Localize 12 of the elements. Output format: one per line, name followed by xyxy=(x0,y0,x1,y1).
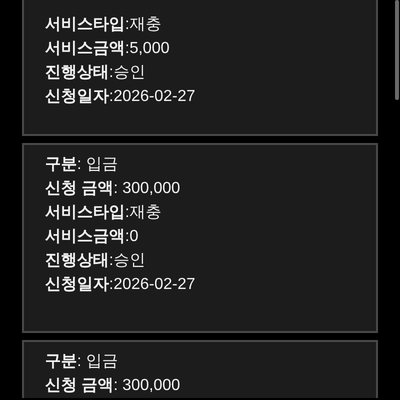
detail-line: 서비스타입:재충 xyxy=(45,203,162,223)
detail-line: 신청 금액: 300,000 xyxy=(45,179,182,199)
detail-line: 구분: 입금 xyxy=(45,155,119,175)
detail-line: 신청 금액: 300,000 xyxy=(45,376,182,396)
detail-line: 서비스타입:재충 xyxy=(45,15,162,35)
detail-line: 서비스금액:5,000 xyxy=(45,39,170,59)
detail-line: 신청일자:2026-02-27 xyxy=(45,275,196,295)
detail-line: 서비스금액:0 xyxy=(45,227,140,247)
detail-line: 구분: 입금 xyxy=(45,352,119,372)
detail-line: 신청일자:2026-02-27 xyxy=(45,87,196,107)
detail-line: 진행상태:승인 xyxy=(45,251,146,271)
detail-line: 진행상태:승인 xyxy=(45,63,146,83)
